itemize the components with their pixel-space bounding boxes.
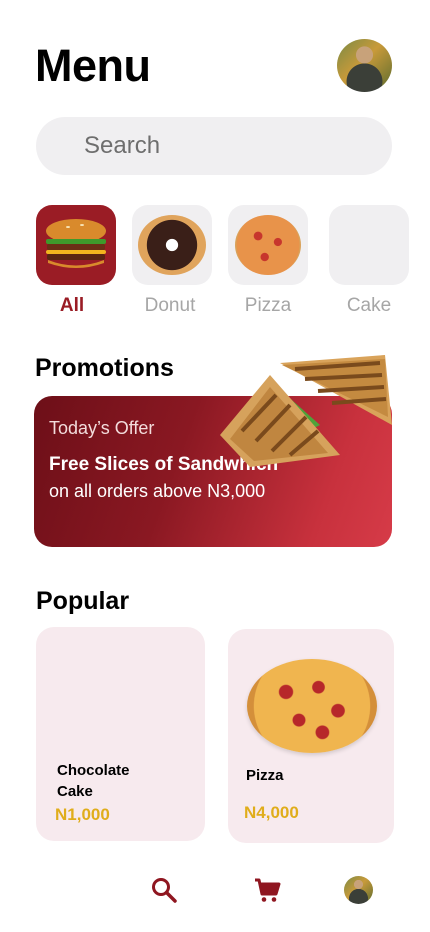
- pizza-icon: [235, 215, 301, 275]
- category-label-cake[interactable]: Cake: [329, 295, 409, 317]
- search-placeholder: Search: [84, 132, 161, 159]
- product-price: N1,000: [55, 805, 110, 824]
- product-name: Pizza: [246, 767, 284, 784]
- promo-subline: on all orders above N3,000: [49, 481, 266, 501]
- promotions-title: Promotions: [35, 354, 174, 382]
- category-all[interactable]: [36, 205, 116, 285]
- category-label-donut[interactable]: Donut: [130, 295, 210, 317]
- donut-icon: [138, 215, 206, 275]
- page-title: Menu: [35, 40, 151, 91]
- promo-kicker: Today’s Offer: [49, 418, 155, 438]
- product-name: Chocolate Cake: [57, 762, 130, 800]
- pizza-image: [247, 659, 377, 753]
- category-donut[interactable]: [132, 205, 212, 285]
- search-icon[interactable]: [150, 876, 178, 904]
- product-price: N4,000: [244, 803, 299, 822]
- category-pizza[interactable]: [228, 205, 308, 285]
- cart-icon[interactable]: [253, 876, 281, 904]
- search-input[interactable]: Search: [36, 117, 392, 175]
- sandwich-image: [220, 355, 392, 467]
- popular-title: Popular: [36, 587, 130, 615]
- profile-avatar[interactable]: [344, 876, 373, 904]
- profile-avatar[interactable]: [337, 39, 392, 92]
- burger-icon: [46, 219, 106, 268]
- category-cake[interactable]: [329, 205, 409, 285]
- category-label-pizza[interactable]: Pizza: [228, 295, 308, 317]
- category-label-all[interactable]: All: [32, 295, 112, 317]
